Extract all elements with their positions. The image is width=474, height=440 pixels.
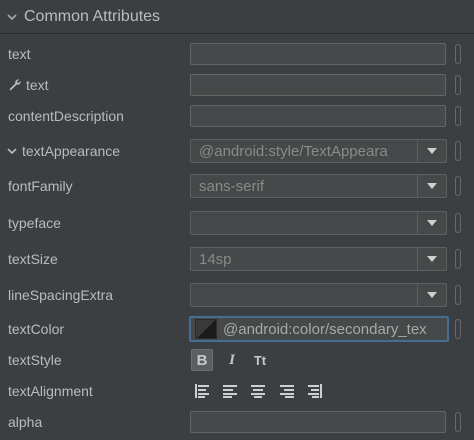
reference-indicator[interactable] [455, 75, 461, 95]
text-size-value: 14sp [199, 250, 232, 268]
align-right-icon[interactable] [276, 380, 298, 402]
alpha-input[interactable] [190, 411, 446, 433]
typeface-select[interactable] [190, 211, 447, 235]
bold-button[interactable]: B [191, 349, 213, 371]
reference-indicator[interactable] [455, 176, 461, 196]
label-text-appearance-value: textAppearance [22, 143, 121, 159]
label-content-description: contentDescription [8, 108, 124, 124]
all-caps-button[interactable]: Tt [249, 349, 271, 371]
label-text-size: textSize [8, 251, 58, 267]
italic-button[interactable]: I [221, 349, 243, 371]
section-header[interactable]: Common Attributes [0, 0, 474, 34]
reference-indicator[interactable] [455, 285, 461, 305]
label-text-style: textStyle [8, 352, 62, 368]
triangle-down-icon[interactable] [417, 284, 446, 306]
label-text-appearance[interactable]: textAppearance [6, 139, 120, 163]
text-appearance-select[interactable]: @android:style/TextAppeara [190, 139, 447, 163]
align-start-icon[interactable] [191, 380, 213, 402]
attributes-panel: Common Attributes text text contentDescr… [0, 0, 474, 440]
line-spacing-extra-select[interactable] [190, 283, 447, 307]
align-end-icon[interactable] [304, 380, 326, 402]
text-appearance-value: @android:style/TextAppeara [199, 142, 388, 160]
text-color-value: @android:color/secondary_tex [223, 320, 427, 338]
triangle-down-icon[interactable] [417, 248, 446, 270]
chevron-down-icon[interactable] [6, 11, 18, 23]
triangle-down-icon[interactable] [417, 140, 446, 162]
text-input[interactable] [190, 43, 446, 65]
label-alpha: alpha [8, 414, 43, 430]
triangle-down-icon[interactable] [417, 175, 446, 197]
label-text-color: textColor [8, 321, 65, 337]
wrench-icon [8, 78, 22, 92]
label-typeface: typeface [8, 215, 61, 231]
font-family-select[interactable]: sans-serif [190, 174, 447, 198]
label-font-family: fontFamily [8, 178, 73, 194]
tools-text-input[interactable] [190, 74, 446, 96]
reference-indicator[interactable] [455, 213, 461, 233]
reference-indicator[interactable] [455, 106, 461, 126]
label-line-spacing-extra: lineSpacingExtra [8, 287, 114, 303]
reference-indicator[interactable] [455, 249, 461, 269]
reference-indicator[interactable] [455, 412, 461, 432]
content-description-input[interactable] [190, 105, 446, 127]
reference-indicator[interactable] [455, 44, 461, 64]
chevron-down-icon[interactable] [6, 145, 18, 157]
triangle-down-icon[interactable] [417, 212, 446, 234]
font-family-value: sans-serif [199, 177, 265, 195]
label-text-alignment: textAlignment [8, 383, 93, 399]
align-center-icon[interactable] [247, 380, 269, 402]
align-left-icon[interactable] [219, 380, 241, 402]
color-swatch[interactable] [195, 319, 217, 339]
reference-indicator[interactable] [455, 141, 461, 161]
text-color-input[interactable]: @android:color/secondary_tex [189, 316, 449, 342]
label-tools-text: text [8, 74, 49, 96]
label-tools-text-value: text [26, 77, 49, 93]
section-title: Common Attributes [24, 7, 161, 25]
text-size-select[interactable]: 14sp [190, 247, 447, 271]
label-text: text [8, 46, 31, 62]
reference-indicator[interactable] [455, 319, 461, 339]
